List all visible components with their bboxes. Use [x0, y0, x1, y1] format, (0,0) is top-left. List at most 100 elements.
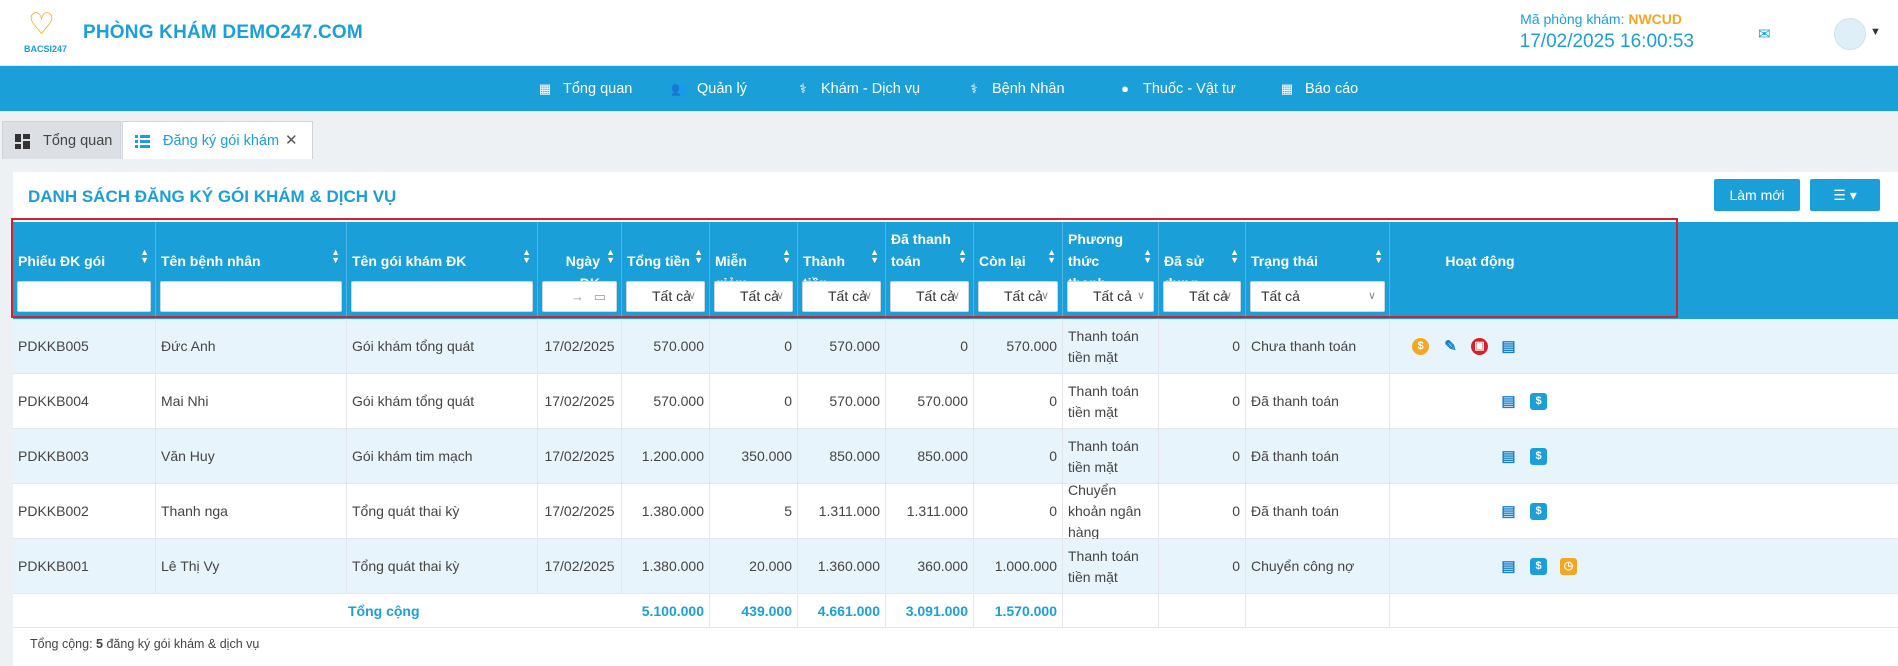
list-icon — [135, 135, 150, 148]
note-edit-icon[interactable]: ▤ — [1500, 448, 1517, 465]
chevron-down-icon: ∨ — [863, 290, 872, 302]
sort-icon[interactable]: ▲ ▼ — [606, 248, 615, 265]
nav-item-patients[interactable]: ⚕ Bệnh Nhân — [966, 66, 1064, 111]
chevron-down-icon: ▾ — [1849, 186, 1857, 203]
sort-icon[interactable]: ▲ ▼ — [694, 248, 703, 265]
list-icon: ☰ — [1833, 186, 1846, 203]
sort-icon[interactable]: ▲ ▼ — [1374, 248, 1383, 265]
row-actions: ▤ $ ◷ — [1390, 539, 1898, 594]
table-row[interactable]: PDKKB003 Văn Huy Gói khám tim mạch 17/02… — [13, 429, 1898, 484]
totals-discount: 439.000 — [710, 594, 798, 628]
current-datetime: 17/02/2025 16:00:53 — [1519, 31, 1694, 52]
chevron-down-icon: ∨ — [687, 290, 696, 302]
receipt-icon[interactable]: $ — [1530, 503, 1547, 520]
col-header-amount[interactable]: Thành tiền ▲▼ Tất cả∨ — [798, 222, 886, 319]
page-title: DANH SÁCH ĐĂNG KÝ GÓI KHÁM & DỊCH VỤ — [28, 187, 397, 206]
note-edit-icon[interactable]: ▤ — [1500, 558, 1517, 575]
nav-item-medicine[interactable]: ● Thuốc - Vật tư — [1117, 66, 1236, 111]
totals-row: Tổng cộng 5.100.000 439.000 4.661.000 3.… — [13, 594, 1898, 628]
table-row[interactable]: PDKKB002 Thanh nga Tổng quát thai kỳ 17/… — [13, 482, 1898, 540]
filter-paid-select[interactable]: Tất cả ∨ — [890, 281, 969, 312]
nav-item-exam-service[interactable]: ⚕ Khám - Dịch vụ — [795, 66, 920, 111]
totals-remaining: 1.570.000 — [974, 594, 1063, 628]
receipt-icon[interactable]: $ — [1530, 393, 1547, 410]
debt-icon[interactable]: ◷ — [1560, 558, 1577, 575]
col-header-payment-method[interactable]: Phương thức thanh toán ▲▼ Tất cả∨ — [1063, 222, 1159, 319]
doctor-icon: ⚕ — [799, 81, 807, 96]
note-edit-icon[interactable]: ▤ — [1500, 503, 1517, 520]
col-header-actions: Hoạt động — [1390, 222, 1898, 319]
chevron-down-icon: ∨ — [775, 290, 784, 302]
col-header-used[interactable]: Đã sử dụng ▲▼ Tất cả∨ — [1159, 222, 1246, 319]
pills-icon: ● — [1121, 81, 1129, 96]
filter-used-select[interactable]: Tất cả ∨ — [1163, 281, 1241, 312]
user-avatar[interactable] — [1834, 18, 1866, 50]
col-header-discount[interactable]: Miễn giảm ▲▼ Tất cả∨ — [710, 222, 798, 319]
sort-icon[interactable]: ▲ ▼ — [870, 248, 879, 265]
refresh-button[interactable]: Làm mới — [1714, 179, 1800, 211]
nav-item-overview[interactable]: ▦ Tổng quan — [537, 66, 633, 111]
filter-package-input[interactable] — [351, 281, 533, 312]
nav-item-management[interactable]: 👥 Quản lý — [671, 66, 747, 111]
tab-overview[interactable]: Tổng quan — [2, 121, 121, 159]
filter-patient-input[interactable] — [160, 281, 342, 312]
col-header-status[interactable]: Trạng thái ▲ ▼ Tất cả ∨ — [1246, 222, 1390, 319]
sort-icon[interactable]: ▲ ▼ — [522, 248, 531, 265]
mail-icon[interactable]: ✉ — [1758, 25, 1774, 43]
tab-package-registration[interactable]: Đăng ký gói khám ✕ — [122, 121, 313, 159]
clinic-logo[interactable]: ♡ BACSI247 — [22, 10, 68, 56]
delete-icon[interactable]: ▣ — [1471, 338, 1488, 355]
record-count: Tổng cộng: 5 đăng ký gói khám & dịch vụ — [30, 637, 260, 651]
filter-total-select[interactable]: Tất cả ∨ — [626, 281, 705, 312]
chevron-down-icon[interactable]: ▼ — [1870, 26, 1881, 38]
receipt-icon[interactable]: $ — [1530, 558, 1547, 575]
totals-paid: 3.091.000 — [886, 594, 974, 628]
sort-icon[interactable]: ▲ ▼ — [1143, 248, 1152, 265]
filter-amount-select[interactable]: Tất cả ∨ — [802, 281, 881, 312]
filter-method-select[interactable]: Tất cả ∨ — [1067, 281, 1154, 312]
close-icon[interactable]: ✕ — [285, 122, 298, 160]
note-edit-icon[interactable]: ▤ — [1500, 338, 1517, 355]
col-header-paid[interactable]: Đã thanh toán ▲ ▼ Tất cả ∨ — [886, 222, 974, 319]
table-row[interactable]: PDKKB005 Đức Anh Gói khám tổng quát 17/0… — [13, 319, 1898, 374]
sort-icon[interactable]: ▲ ▼ — [1230, 248, 1239, 265]
row-actions: ▤ $ — [1390, 429, 1898, 484]
sort-icon[interactable]: ▲ ▼ — [1047, 248, 1056, 265]
sort-icon[interactable]: ▲ ▼ — [140, 248, 149, 265]
filter-remaining-select[interactable]: Tất cả ∨ — [978, 281, 1058, 312]
row-actions: ▤ $ — [1390, 484, 1898, 539]
filter-status-select[interactable]: Tất cả ∨ — [1250, 281, 1385, 312]
receipt-icon[interactable]: $ — [1530, 448, 1547, 465]
filter-code-input[interactable] — [17, 281, 151, 312]
col-header-code[interactable]: Phiếu ĐK gói ▲ ▼ — [13, 222, 156, 319]
table-row[interactable]: PDKKB004 Mai Nhi Gói khám tổng quát 17/0… — [13, 374, 1898, 429]
users-icon: 👥 — [671, 81, 688, 96]
note-edit-icon[interactable]: ▤ — [1500, 393, 1517, 410]
calendar-icon: ▭ — [593, 289, 606, 304]
filter-date-range[interactable]: → ▭ — [542, 281, 617, 312]
edit-icon[interactable]: ✎ — [1442, 338, 1459, 355]
page-tabs: Tổng quan Đăng ký gói khám ✕ — [0, 121, 1898, 159]
sort-icon[interactable]: ▲ ▼ — [958, 248, 967, 265]
col-header-remaining[interactable]: Còn lại ▲ ▼ Tất cả ∨ — [974, 222, 1063, 319]
table-row[interactable]: PDKKB001 Lê Thị Vy Tổng quát thai kỳ 17/… — [13, 539, 1898, 594]
clinic-code: NWCUD — [1628, 11, 1682, 27]
col-header-total[interactable]: Tổng tiền ▲ ▼ Tất cả ∨ — [622, 222, 710, 319]
nav-item-reports[interactable]: ▦ Báo cáo — [1279, 66, 1358, 111]
dashboard-icon: ▦ — [538, 81, 552, 96]
col-header-date[interactable]: Ngày ĐK ▲▼ →▭ — [538, 222, 622, 319]
sort-icon[interactable]: ▲ ▼ — [782, 248, 791, 265]
column-toggle-button[interactable]: ☰ ▾ — [1810, 179, 1880, 211]
filter-discount-select[interactable]: Tất cả ∨ — [714, 281, 793, 312]
arrow-right-icon: → — [571, 289, 584, 304]
heart-logo-icon: ♡ — [28, 8, 55, 41]
chevron-down-icon: ∨ — [1040, 290, 1049, 302]
col-header-package[interactable]: Tên gói khám ĐK ▲ ▼ — [347, 222, 538, 319]
chevron-down-icon: ∨ — [1136, 290, 1145, 302]
row-actions: $ ✎ ▣ ▤ — [1390, 319, 1898, 374]
chevron-down-icon: ∨ — [951, 290, 960, 302]
sort-icon[interactable]: ▲ ▼ — [331, 248, 340, 265]
col-header-patient[interactable]: Tên bệnh nhân ▲ ▼ — [156, 222, 347, 319]
report-icon: ▦ — [1280, 81, 1294, 96]
payment-icon[interactable]: $ — [1412, 338, 1429, 355]
